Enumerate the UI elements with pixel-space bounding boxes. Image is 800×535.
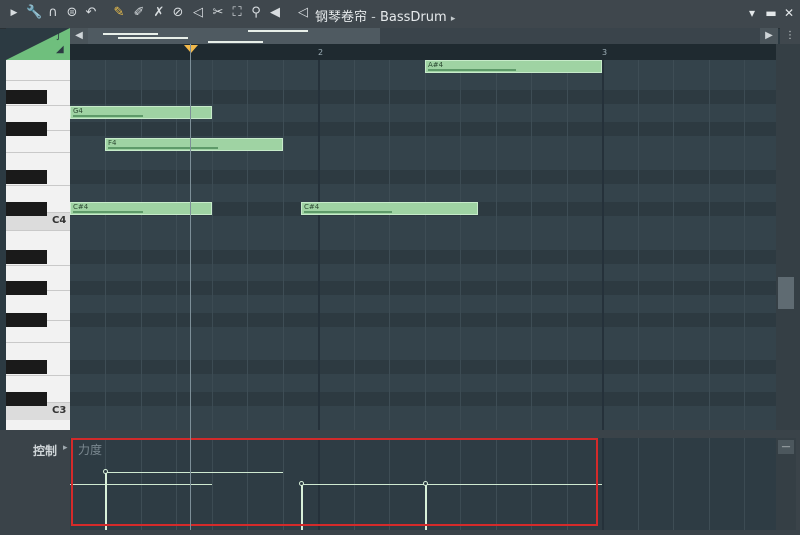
key-label-c3: C3	[52, 405, 67, 416]
playhead-marker[interactable]	[184, 45, 198, 53]
options-icon[interactable]: ⋮	[780, 28, 800, 44]
key-label-c4: C4	[52, 215, 67, 226]
note-label: C#4	[73, 203, 89, 211]
collapse-icon[interactable]: —	[778, 440, 794, 454]
speaker-icon[interactable]: ◁	[295, 5, 311, 21]
mute-icon[interactable]: ◁	[190, 5, 206, 21]
scroll-left-icon[interactable]: ◀	[70, 28, 88, 44]
resize-grip-icon: ◢	[56, 44, 64, 55]
note-label: G4	[73, 107, 83, 115]
title-prefix: 钢琴卷帘	[315, 10, 368, 25]
note[interactable]: A#4	[425, 60, 602, 73]
vertical-scroll-thumb[interactable]	[778, 277, 794, 309]
vertical-scrollbar[interactable]	[776, 44, 800, 430]
bar-number: 3	[602, 48, 608, 57]
window-menu-icon[interactable]: ▾	[745, 6, 759, 20]
magnet-icon[interactable]: ∩	[45, 5, 61, 21]
overview-window[interactable]	[88, 28, 380, 44]
black-key[interactable]	[6, 392, 47, 406]
black-key[interactable]	[6, 90, 47, 104]
menu-circle-icon[interactable]: ⊜	[64, 5, 80, 21]
wrench-icon[interactable]: 🔧	[26, 5, 42, 21]
selection-highlight	[71, 438, 598, 526]
title-separator: -	[367, 10, 380, 25]
black-key[interactable]	[6, 122, 47, 136]
black-key[interactable]	[6, 281, 47, 295]
note[interactable]: F4	[105, 138, 283, 151]
control-label[interactable]: 控制	[33, 442, 57, 459]
chevron-right-icon[interactable]: ▸	[451, 14, 456, 24]
slice-icon[interactable]: ✂	[210, 5, 226, 21]
piano-roll-corner-tool[interactable]: ∫ ◢	[6, 28, 70, 60]
slash-icon[interactable]: ⊘	[170, 5, 186, 21]
note-grid[interactable]: A#4 G4 F4 C#4 C#4	[70, 60, 776, 430]
black-key[interactable]	[6, 170, 47, 184]
undo-icon[interactable]: ↶	[83, 5, 99, 21]
note-label: F4	[108, 139, 117, 147]
playhead-line	[190, 44, 191, 530]
minimize-icon[interactable]: ▬	[764, 6, 778, 20]
black-key[interactable]	[6, 313, 47, 327]
paint-brush-icon[interactable]: ✐	[131, 5, 147, 21]
note[interactable]: C#4	[301, 202, 478, 215]
scroll-right-icon[interactable]: ▶	[760, 28, 778, 44]
bar-number: 2	[318, 48, 324, 57]
black-key[interactable]	[6, 202, 47, 216]
black-key[interactable]	[6, 250, 47, 264]
note-label: C#4	[304, 203, 320, 211]
title-bar: ▶ 🔧 ∩ ⊜ ↶ ✎ ✐ ✗ ⊘ ◁ ✂ ⛶ ⚲ ◀ ◁ 钢琴卷帘 - Bas…	[0, 0, 800, 29]
pencil-icon[interactable]: ✎	[111, 5, 127, 21]
zoom-icon[interactable]: ⚲	[248, 5, 264, 21]
note-label: A#4	[428, 61, 444, 69]
playback-icon[interactable]: ◀	[267, 5, 283, 21]
piano-keyboard[interactable]: C4 C3	[6, 60, 70, 430]
curve-icon: ∫	[56, 30, 62, 41]
chevron-right-icon[interactable]: ▸	[63, 443, 68, 453]
play-arrow-icon[interactable]: ▶	[6, 5, 22, 21]
select-icon[interactable]: ⛶	[229, 5, 245, 21]
black-key[interactable]	[6, 360, 47, 374]
delete-icon[interactable]: ✗	[151, 5, 167, 21]
window-title[interactable]: 钢琴卷帘 - BassDrum ▸	[315, 6, 455, 25]
close-icon[interactable]: ✕	[782, 6, 796, 20]
timeline-ruler[interactable]: 2 3	[70, 44, 776, 60]
channel-name: BassDrum	[379, 10, 447, 25]
